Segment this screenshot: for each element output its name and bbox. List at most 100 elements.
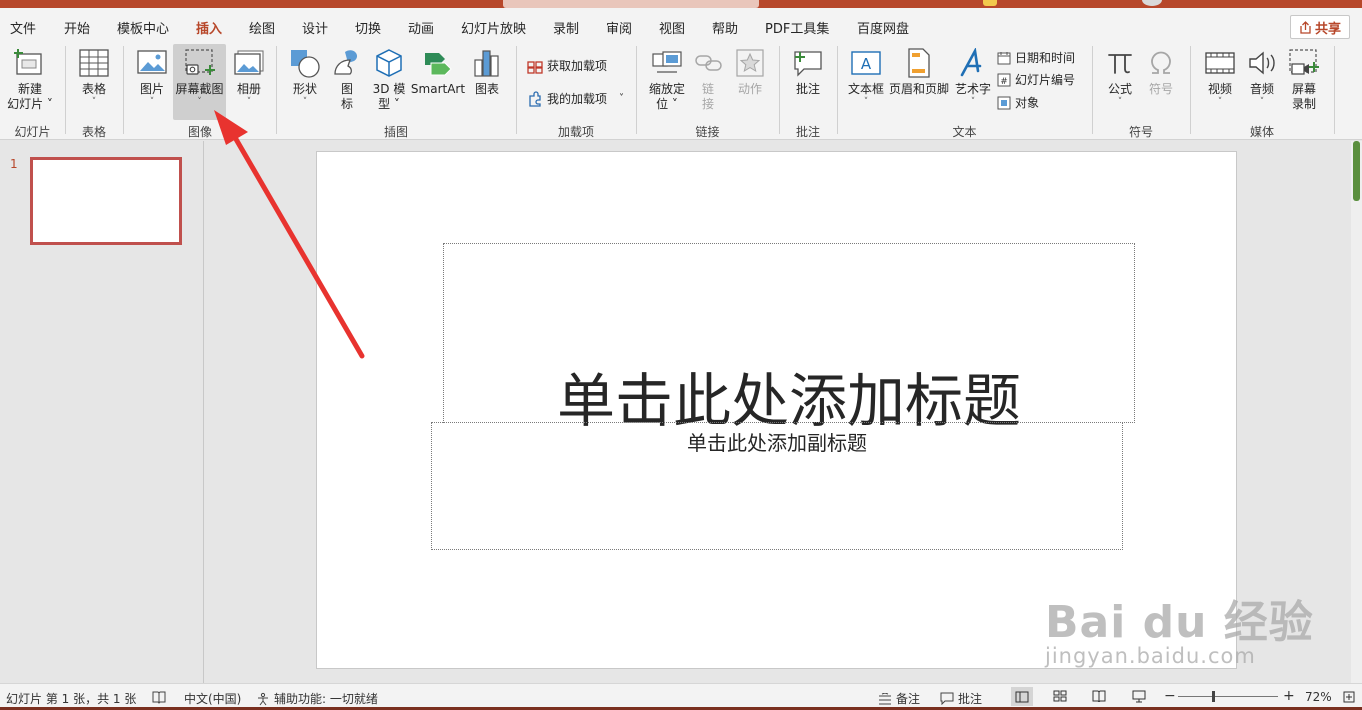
slide-number-icon: #: [997, 73, 1011, 87]
link-button[interactable]: 链 接: [692, 46, 724, 112]
group-label-media: 媒体: [1249, 125, 1274, 139]
symbol-button[interactable]: 符号: [1144, 46, 1178, 97]
zoom-icon: [650, 46, 684, 80]
group-divider: [1190, 46, 1191, 134]
3d-models-label-2: 型: [378, 97, 391, 111]
tab-view[interactable]: 视图: [659, 18, 685, 37]
picture-button[interactable]: 图片 ˅: [132, 46, 172, 107]
chevron-down-icon: ˅: [863, 97, 869, 107]
smartart-button[interactable]: SmartArt: [410, 46, 466, 97]
tab-draw[interactable]: 绘图: [249, 18, 275, 37]
audio-button[interactable]: 音频 ˅: [1244, 46, 1280, 107]
screenshot-button[interactable]: 屏幕截图 ˅: [173, 44, 226, 120]
tab-review[interactable]: 审阅: [606, 18, 632, 37]
scrollbar-thumb[interactable]: [1353, 141, 1360, 201]
group-divider: [516, 46, 517, 134]
avatar[interactable]: [1142, 0, 1162, 6]
my-addins-button[interactable]: 我的加载项 ˅: [527, 90, 624, 107]
slide-thumbnail[interactable]: [30, 157, 182, 245]
reading-view-button[interactable]: [1092, 690, 1106, 702]
shapes-button[interactable]: 形状 ˅: [286, 46, 324, 107]
equation-button[interactable]: 公式 ˅: [1102, 46, 1138, 107]
zoom-slider-handle[interactable]: [1212, 691, 1215, 702]
tab-design[interactable]: 设计: [302, 18, 328, 37]
tab-file[interactable]: 文件: [10, 18, 36, 37]
zoom-in-button[interactable]: +: [1283, 688, 1295, 704]
language-indicator[interactable]: 中文(中国): [184, 690, 241, 707]
new-slide-button[interactable]: 新建 幻灯片 ˅: [4, 46, 56, 112]
accessibility-button[interactable]: 辅助功能: 一切就绪: [256, 690, 378, 707]
photo-album-button[interactable]: 相册 ˅: [229, 46, 269, 107]
tab-help[interactable]: 帮助: [712, 18, 738, 37]
zoom-button[interactable]: 缩放定 位 ˅: [645, 46, 689, 112]
tab-pdf-tools[interactable]: PDF工具集: [765, 18, 829, 37]
chart-icon: [470, 46, 504, 80]
group-divider: [837, 46, 838, 134]
slide-sorter-icon: [1053, 690, 1067, 702]
reading-view-icon: [1092, 690, 1106, 702]
zoom-level[interactable]: 72%: [1305, 690, 1332, 704]
slide-sorter-button[interactable]: [1053, 690, 1067, 702]
tab-animations[interactable]: 动画: [408, 18, 434, 37]
chevron-down-icon: ˅: [43, 97, 53, 111]
get-addins-button[interactable]: 获取加载项: [527, 57, 607, 74]
title-placeholder[interactable]: 单击此处添加标题: [443, 243, 1135, 435]
wordart-button[interactable]: 艺术字 ˅: [953, 46, 993, 107]
screen-recording-label-1: 屏幕: [1291, 82, 1316, 96]
tab-insert[interactable]: 插入: [196, 18, 223, 44]
chart-button[interactable]: 图表: [469, 46, 505, 97]
object-button[interactable]: 对象: [997, 94, 1039, 111]
notes-button[interactable]: 备注: [878, 690, 920, 707]
tab-slideshow[interactable]: 幻灯片放映: [461, 18, 526, 37]
normal-view-button[interactable]: [1011, 687, 1033, 706]
search-box[interactable]: [503, 0, 759, 8]
tab-record[interactable]: 录制: [553, 18, 579, 37]
screen-recording-button[interactable]: 屏幕 录制: [1284, 46, 1324, 112]
video-label: 视频: [1207, 82, 1232, 96]
ribbon-tabs: 文件 开始 模板中心 插入 绘图 设计 切换 动画 幻灯片放映 录制 审阅 视图…: [0, 8, 1362, 44]
chevron-down-icon: ˅: [246, 97, 252, 107]
table-button[interactable]: 表格 ˅: [74, 46, 114, 107]
comments-label: 批注: [958, 692, 983, 706]
tab-templates[interactable]: 模板中心: [117, 18, 169, 37]
slideshow-button[interactable]: [1132, 690, 1146, 703]
warning-icon[interactable]: [983, 0, 997, 6]
title-bar: [0, 0, 1362, 8]
screenshot-icon: [183, 46, 217, 80]
watermark: Bai du 经验 jingyan.baidu.com: [1045, 586, 1314, 668]
textbox-label: 文本框: [847, 82, 884, 96]
photo-album-icon: [232, 46, 266, 80]
chevron-down-icon: ˅: [149, 97, 155, 107]
share-button[interactable]: 共享: [1290, 15, 1350, 39]
video-button[interactable]: 视频 ˅: [1200, 46, 1240, 107]
slide-number-button[interactable]: # 幻灯片编号: [997, 71, 1075, 88]
group-label-slides: 幻灯片: [14, 125, 51, 139]
spellcheck-icon[interactable]: [152, 690, 166, 704]
tab-transitions[interactable]: 切换: [355, 18, 381, 37]
store-icon: [527, 60, 543, 74]
screenshot-label: 屏幕截图: [175, 82, 224, 96]
subtitle-placeholder[interactable]: 单击此处添加副标题: [431, 422, 1123, 550]
action-button[interactable]: 动作: [732, 46, 768, 97]
tab-baidu-netdisk[interactable]: 百度网盘: [857, 18, 909, 37]
3d-models-button[interactable]: 3D 模 型 ˅: [369, 46, 409, 112]
textbox-button[interactable]: A 文本框 ˅: [846, 46, 886, 107]
header-footer-button[interactable]: 页眉和页脚: [888, 46, 950, 97]
object-icon: [997, 96, 1011, 109]
vertical-scrollbar[interactable]: [1351, 141, 1362, 683]
notes-icon: [879, 692, 891, 704]
comments-button[interactable]: 批注: [940, 690, 982, 707]
accessibility-icon: [258, 692, 268, 705]
zoom-out-button[interactable]: −: [1164, 688, 1176, 704]
zoom-slider[interactable]: [1178, 696, 1278, 697]
fit-to-window-button[interactable]: [1342, 690, 1356, 704]
watermark-url: jingyan.baidu.com: [1045, 644, 1256, 668]
addin-icon: [529, 90, 541, 107]
wordart-icon: [956, 46, 990, 80]
comment-button[interactable]: 批注: [789, 46, 827, 97]
chevron-down-icon: ˅: [1217, 97, 1223, 107]
new-slide-icon: [13, 46, 47, 80]
date-time-button[interactable]: 日期和时间: [997, 49, 1075, 66]
icons-button[interactable]: 图 标: [330, 46, 364, 112]
tab-home[interactable]: 开始: [64, 18, 90, 37]
